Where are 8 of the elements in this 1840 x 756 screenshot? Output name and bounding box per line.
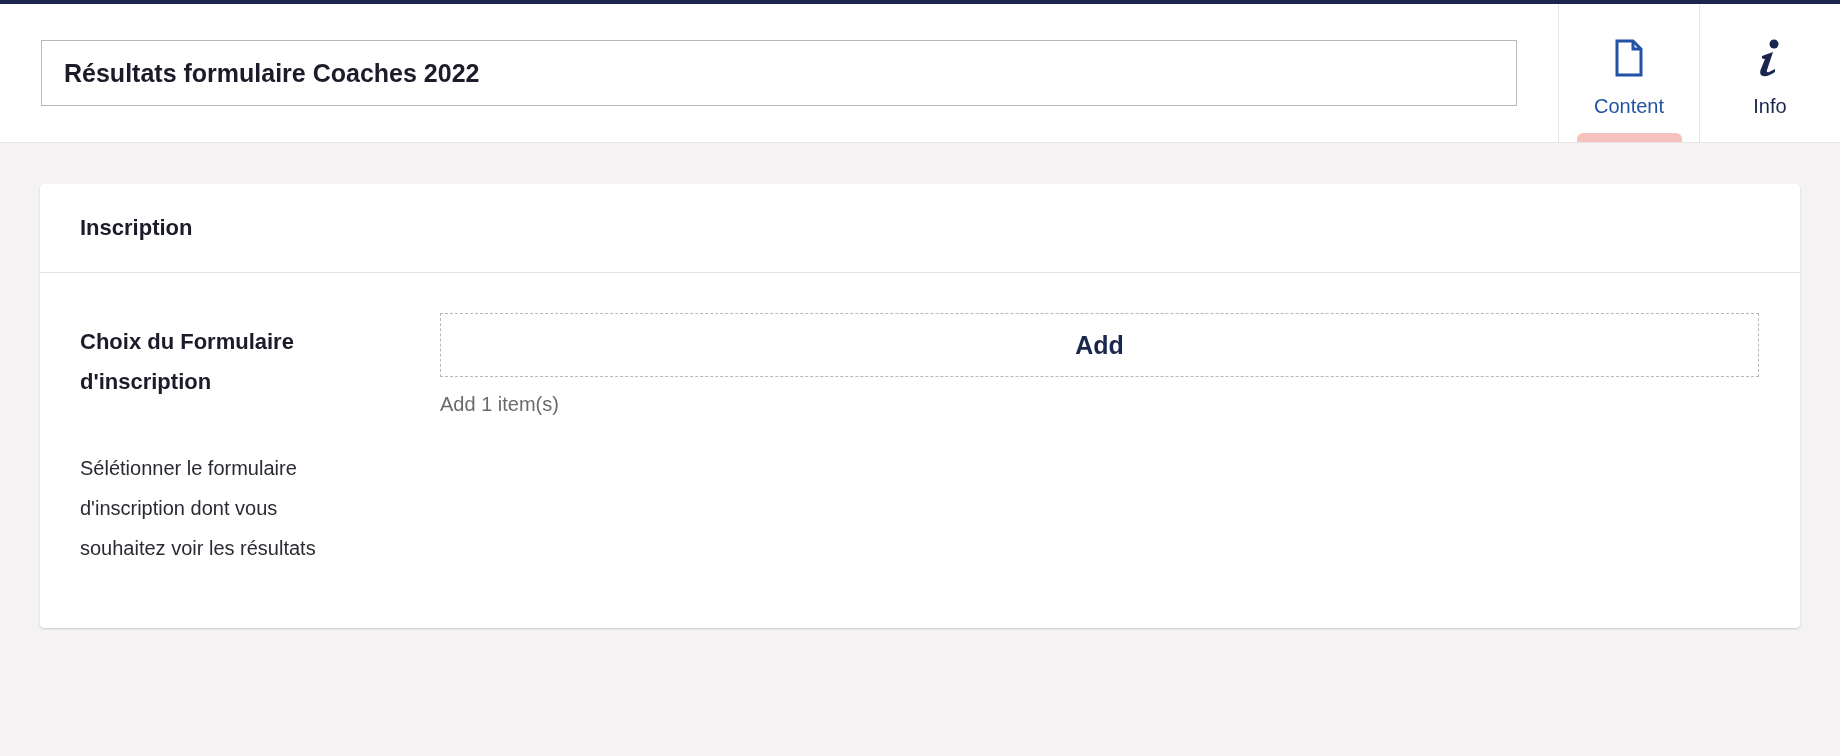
item-count-hint: Add 1 item(s) xyxy=(440,392,560,417)
property-label: Choix du Formulaire d'inscription xyxy=(80,328,295,396)
info-icon xyxy=(1759,39,1781,77)
document-icon xyxy=(1615,39,1643,77)
title-field[interactable]: Résultats formulaire Coaches 2022 xyxy=(41,40,1517,106)
add-button[interactable]: Add xyxy=(440,313,1759,377)
card-title: Inscription xyxy=(80,215,193,241)
property-description: Sélétionner le formulaire d'inscription dont vous souhaitez voir les résultats xyxy=(80,456,317,561)
